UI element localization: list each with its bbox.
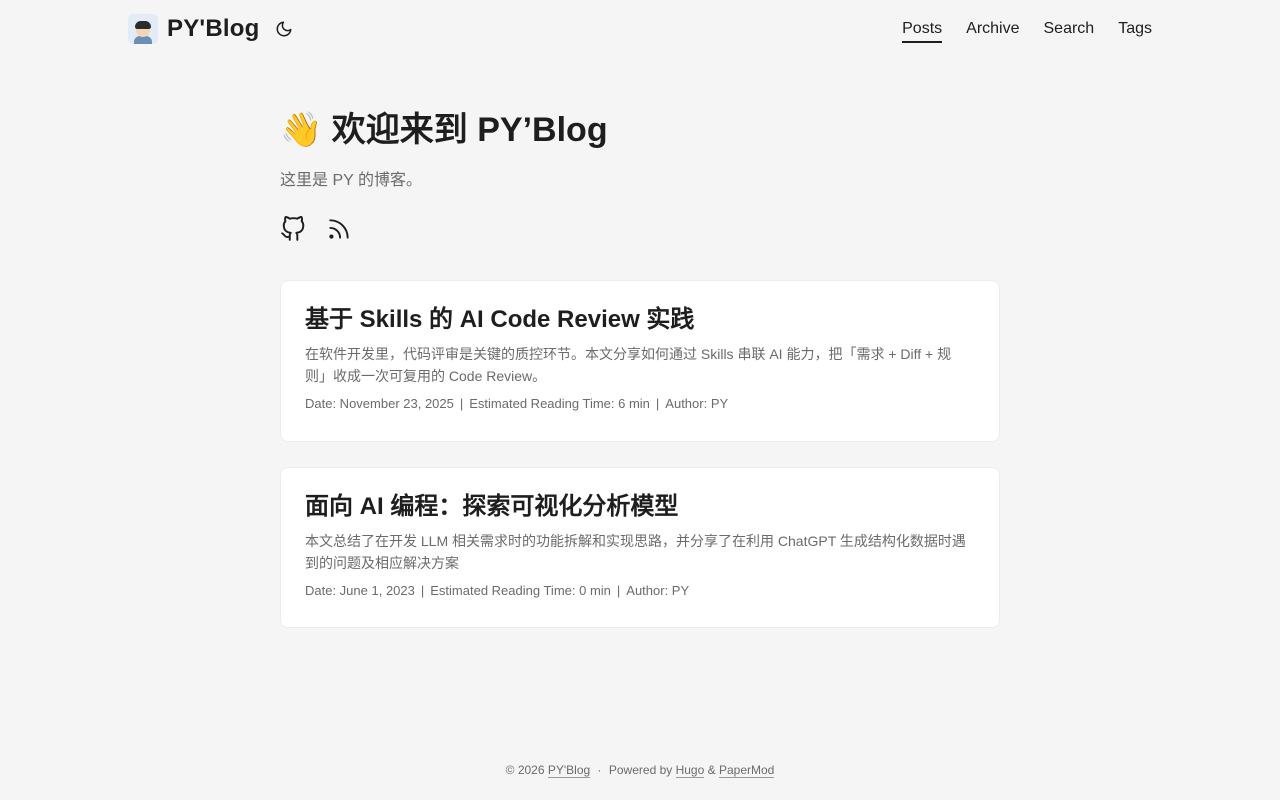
hero-subtitle: 这里是 PY 的博客。	[280, 172, 422, 189]
post-summary: 在软件开发里，代码评审是关键的质控环节。本文分享如何通过 Skills 串联 A…	[305, 346, 952, 384]
post-summary: 本文总结了在开发 LLM 相关需求时的功能拆解和实现思路，并分享了在利用 Cha…	[305, 533, 966, 571]
meta-separator: |	[459, 396, 464, 411]
rss-icon[interactable]	[326, 216, 352, 242]
post-title[interactable]: 面向 AI 编程：探索可视化分析模型	[305, 492, 975, 522]
nav-tags[interactable]: Tags	[1118, 19, 1152, 43]
main-content: 👋 欢迎来到 PY’Blog 这里是 PY 的博客。 基于 Skills 的 A…	[280, 100, 1000, 628]
meta-separator: |	[655, 396, 660, 411]
footer-papermod-link[interactable]: PaperMod	[718, 763, 775, 778]
footer-copyright: © 2026	[505, 763, 545, 777]
theme-toggle-moon-icon[interactable]	[275, 20, 293, 38]
avatar-logo[interactable]	[128, 14, 158, 44]
post-meta: Date: June 1, 2023 | Estimated Reading Tim…	[305, 581, 975, 601]
post-reading-time: Estimated Reading Time: 6 min	[469, 396, 650, 411]
site-footer: © 2026 PY'Blog · Powered by Hugo & Paper…	[0, 760, 1280, 780]
hero-title-text: 欢迎来到 PY’Blog	[331, 111, 608, 149]
nav-archive[interactable]: Archive	[966, 19, 1019, 43]
footer-site-link[interactable]: PY'Blog	[547, 763, 591, 778]
footer-hugo-link[interactable]: Hugo	[675, 763, 705, 778]
post-date: Date: November 23, 2025	[305, 396, 454, 411]
hero-title: 👋 欢迎来到 PY’Blog	[280, 108, 1000, 152]
waving-hand-emoji: 👋	[280, 111, 323, 149]
post-date: Date: June 1, 2023	[305, 583, 415, 598]
site-title-link[interactable]: PY'Blog	[167, 15, 259, 43]
avatar-hair	[135, 21, 151, 29]
social-icons	[280, 216, 1000, 242]
post-reading-time: Estimated Reading Time: 0 min	[430, 583, 611, 598]
meta-separator: |	[420, 583, 425, 598]
site-header: PY'Blog Posts Archive Search Tags	[0, 0, 1280, 60]
post-title[interactable]: 基于 Skills 的 AI Code Review 实践	[305, 305, 975, 335]
footer-amp: &	[707, 763, 716, 777]
nav-posts[interactable]: Posts	[902, 19, 943, 43]
meta-separator: |	[616, 583, 621, 598]
avatar-shirt	[134, 36, 152, 44]
post-author: Author: PY	[626, 583, 690, 598]
main-nav: Posts Archive Search Tags	[902, 19, 1152, 43]
post-card[interactable]: 面向 AI 编程：探索可视化分析模型 本文总结了在开发 LLM 相关需求时的功能…	[280, 467, 1000, 628]
github-icon[interactable]	[280, 216, 306, 242]
footer-dot: ·	[597, 763, 602, 777]
nav-search[interactable]: Search	[1044, 19, 1095, 43]
post-card[interactable]: 基于 Skills 的 AI Code Review 实践 在软件开发里，代码评…	[280, 280, 1000, 442]
post-meta: Date: November 23, 2025 | Estimated Readin…	[305, 394, 975, 414]
footer-powered-by: Powered by	[608, 763, 673, 777]
logo-wrap: PY'Blog	[128, 14, 293, 44]
post-author: Author: PY	[665, 396, 729, 411]
